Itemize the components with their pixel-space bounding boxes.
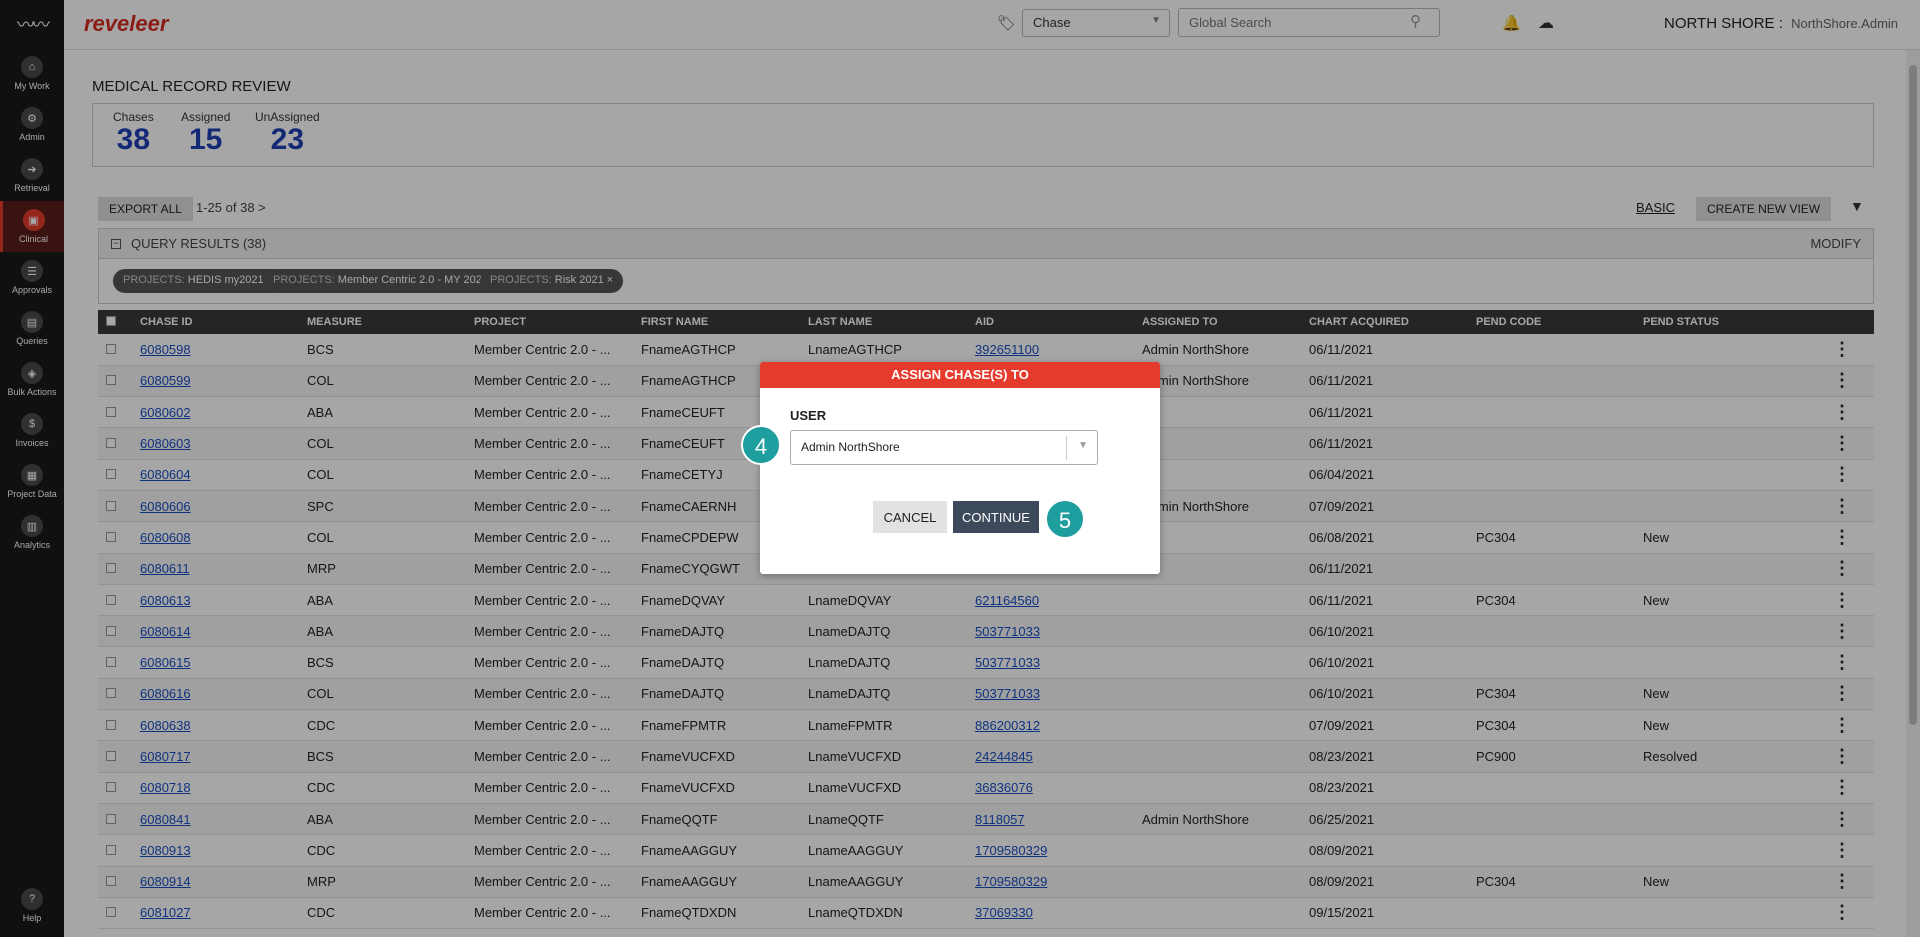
- user-select-value: Admin NorthShore: [801, 440, 900, 454]
- continue-button[interactable]: CONTINUE: [953, 501, 1039, 533]
- step-marker-4: 4: [741, 425, 781, 465]
- step-marker-5: 5: [1045, 499, 1085, 539]
- assign-chases-modal: ASSIGN CHASE(S) TO USER Admin NorthShore…: [760, 362, 1160, 574]
- modal-title: ASSIGN CHASE(S) TO: [760, 362, 1160, 388]
- user-select[interactable]: Admin NorthShore ▼: [790, 430, 1098, 465]
- chevron-down-icon[interactable]: ▼: [1078, 440, 1088, 451]
- user-label: USER: [790, 408, 827, 423]
- select-divider: [1066, 436, 1067, 460]
- cancel-button[interactable]: CANCEL: [873, 501, 947, 533]
